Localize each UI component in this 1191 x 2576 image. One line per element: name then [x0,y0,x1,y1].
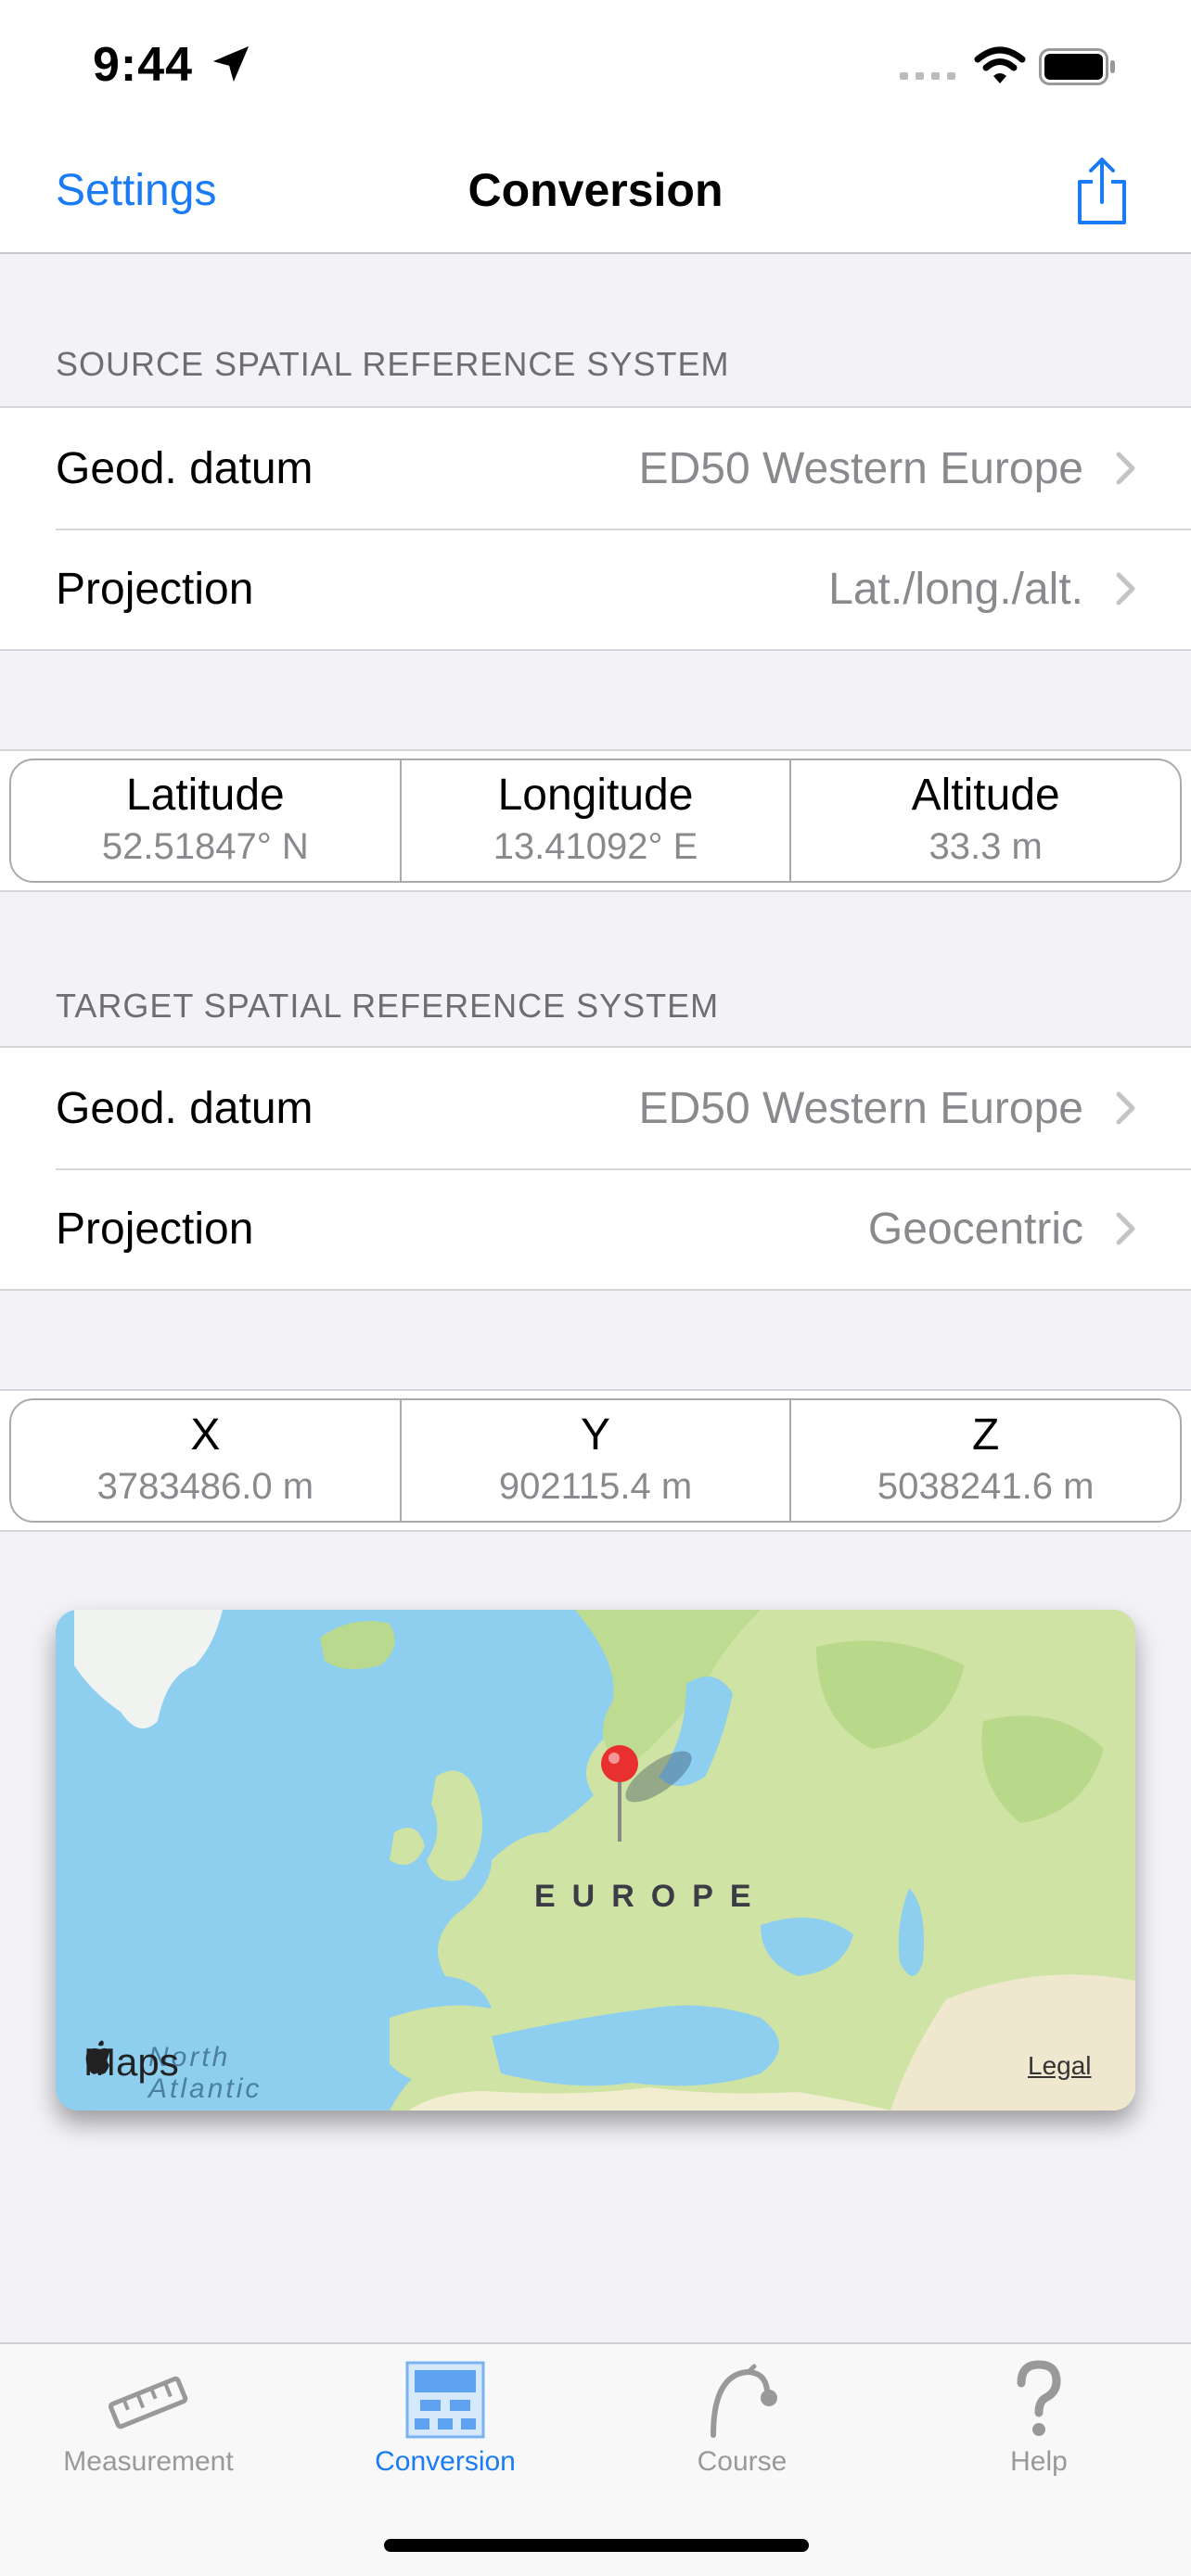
target-datum-row[interactable]: Geod. datum ED50 Western Europe [0,1048,1191,1168]
z-label: Z [972,1410,1000,1460]
map-land [74,1610,1135,2111]
source-settings-group: Geod. datum ED50 Western Europe Projecti… [0,406,1191,651]
target-projection-value: Geocentric [867,1205,1083,1254]
latitude-value: 52.51847° N [101,826,309,867]
home-indicator [384,2539,809,2552]
apple-logo-icon [85,2040,111,2074]
map-region-label: EUROPE [534,1879,768,1914]
status-time: 9:44 [93,38,194,92]
cellular-signal-icon [900,72,955,80]
z-cell[interactable]: Z 5038241.6 m [789,1400,1180,1521]
source-datum-value: ED50 Western Europe [638,444,1083,493]
chevron-right-icon [1116,572,1135,606]
altitude-cell[interactable]: Altitude 33.3 m [789,760,1180,881]
chevron-right-icon [1116,1212,1135,1245]
tab-conversion-label: Conversion [375,2446,516,2477]
tab-measurement[interactable]: Measurement [0,2357,297,2478]
map-view[interactable]: EUROPE North Atlantic Maps Legal [56,1610,1135,2111]
x-label: X [190,1410,221,1460]
chevron-right-icon [1116,452,1135,485]
source-projection-value: Lat./long./alt. [828,565,1083,614]
target-projection-row[interactable]: Projection Geocentric [0,1168,1191,1289]
target-coordinates: X 3783486.0 m Y 902115.4 m Z 5038241.6 m [9,1398,1182,1523]
source-datum-row[interactable]: Geod. datum ED50 Western Europe [0,408,1191,529]
status-bar: 9:44 [0,0,1191,130]
source-section-header: SOURCE SPATIAL REFERENCE SYSTEM [56,345,730,383]
y-label: Y [581,1410,611,1460]
z-value: 5038241.6 m [877,1466,1095,1507]
battery-icon [1039,48,1115,85]
ruler-icon [109,2376,188,2429]
share-icon[interactable] [1072,156,1132,226]
conversion-icon [405,2361,485,2439]
chevron-right-icon [1116,1091,1135,1125]
wifi-icon [974,46,1026,83]
source-datum-label: Geod. datum [56,444,314,493]
latitude-cell[interactable]: Latitude 52.51847° N [11,760,400,881]
location-arrow-icon [212,45,250,83]
target-section-header: TARGET SPATIAL REFERENCE SYSTEM [56,987,720,1025]
altitude-label: Altitude [911,771,1060,820]
target-settings-group: Geod. datum ED50 Western Europe Projecti… [0,1046,1191,1291]
y-cell[interactable]: Y 902115.4 m [399,1400,790,1521]
tab-course[interactable]: Course [594,2357,890,2478]
latitude-label: Latitude [125,771,285,820]
source-coordinates: Latitude 52.51847° N Longitude 13.41092°… [9,759,1182,883]
target-datum-value: ED50 Western Europe [638,1084,1083,1133]
navigation-bar: Settings Conversion [0,130,1191,254]
tab-conversion[interactable]: Conversion [297,2357,594,2478]
longitude-label: Longitude [497,771,694,820]
tab-help-label: Help [1010,2446,1068,2477]
tab-help[interactable]: Help [890,2357,1187,2478]
longitude-value: 13.41092° E [493,826,698,867]
tab-course-label: Course [697,2446,788,2477]
longitude-cell[interactable]: Longitude 13.41092° E [399,760,790,881]
page-title: Conversion [467,164,724,216]
y-value: 902115.4 m [498,1466,693,1507]
tab-measurement-label: Measurement [63,2446,234,2477]
target-coordinates-band: X 3783486.0 m Y 902115.4 m Z 5038241.6 m [0,1389,1191,1532]
maps-logo: Maps [83,2040,179,2085]
source-projection-label: Projection [56,565,254,614]
altitude-value: 33.3 m [928,826,1043,867]
source-coordinates-band: Latitude 52.51847° N Longitude 13.41092°… [0,749,1191,892]
target-projection-label: Projection [56,1205,254,1254]
help-icon [1017,2360,1061,2436]
course-icon [711,2364,777,2438]
target-datum-label: Geod. datum [56,1084,314,1133]
source-projection-row[interactable]: Projection Lat./long./alt. [0,529,1191,649]
map-legal-link[interactable]: Legal [1028,2051,1092,2081]
x-cell[interactable]: X 3783486.0 m [11,1400,400,1521]
x-value: 3783486.0 m [96,1466,314,1507]
